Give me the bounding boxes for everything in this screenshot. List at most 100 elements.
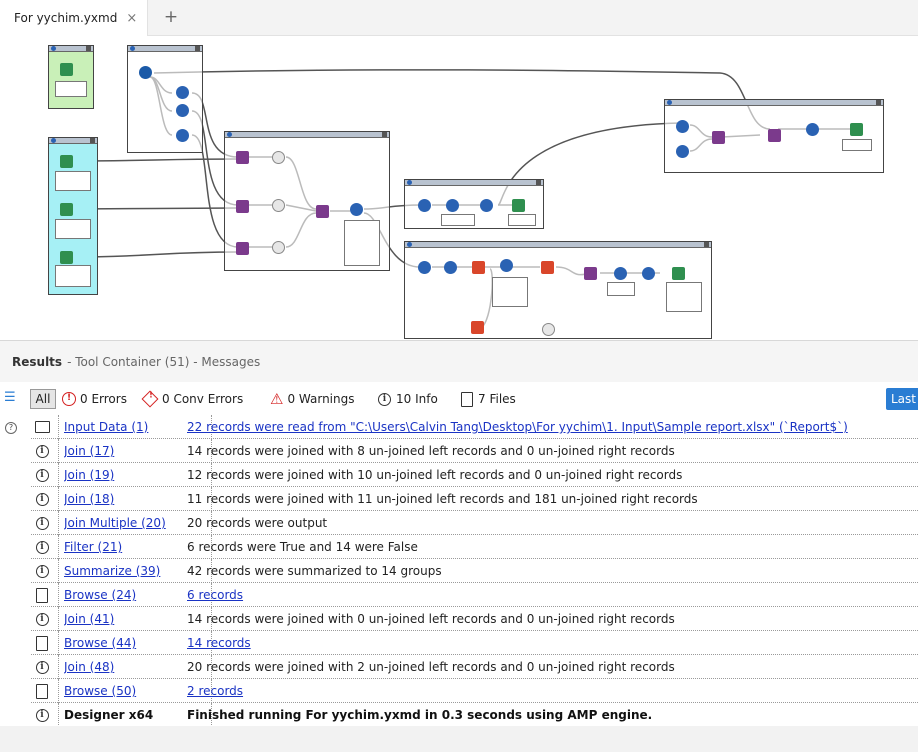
file-icon [31,634,53,652]
input-data-tool-icon[interactable] [60,203,73,216]
tool-annotation [492,277,528,307]
file-icon [461,391,473,407]
close-icon[interactable]: × [126,11,137,26]
list-view-icon[interactable]: ☰ [4,390,20,406]
row-message[interactable]: 2 records [185,679,918,703]
table-row[interactable]: i Join (41) 14 records were joined with 0 … [31,607,918,631]
last-button[interactable]: Last [886,388,918,410]
row-message: 20 records were joined with 2 un-joined … [187,660,675,674]
row-message: 14 records were joined with 8 un-joined … [187,444,675,458]
summarize-tool-icon[interactable] [471,321,484,334]
workflow-canvas[interactable] [0,37,918,339]
filter-conv-errors-button[interactable]: ! 0 Conv Errors [141,389,244,409]
results-footer [0,726,918,752]
info-icon: i [31,442,53,460]
join-tool-icon[interactable] [236,151,249,164]
dynamic-input-tool-icon[interactable] [676,145,689,158]
row-message: 42 records were summarized to 14 groups [187,564,442,578]
input-data-tool-icon[interactable] [60,251,73,264]
table-row[interactable]: i Join (18) 11 records were joined with 11… [31,487,918,511]
select-tool-icon[interactable] [272,199,285,212]
info-icon: i [31,466,53,484]
join-multiple-tool-icon[interactable] [316,205,329,218]
row-message[interactable]: 14 records [185,631,918,655]
row-message: 11 records were joined with 11 un-joined… [187,492,698,506]
help-icon[interactable]: ? [5,422,17,434]
tab-title: For yychim.yxmd [14,11,118,25]
info-icon: i [31,610,53,628]
table-row[interactable]: i Summarize (39) 42 records were summarize… [31,559,918,583]
table-row[interactable]: i Join Multiple (20) 20 records were outpu… [31,511,918,535]
summarize-tool-icon[interactable] [541,261,554,274]
tool-annotation [441,214,475,226]
filter-conv-errors-label: 0 Conv Errors [162,392,244,406]
info-icon: i [378,392,391,406]
join-tool-icon[interactable] [768,129,781,142]
tool-annotation [842,139,872,151]
dynamic-input-tool-icon[interactable] [176,86,189,99]
select-tool-icon[interactable] [272,241,285,254]
tool-annotation [666,282,702,312]
union-tool-icon[interactable] [712,131,725,144]
tool-annotation [55,219,91,239]
table-row[interactable]: i Designer x64 Finished running For yychim… [31,703,918,727]
table-row[interactable]: Browse (50) 2 records [31,679,918,703]
container-dynamic-input[interactable] [127,45,203,153]
select-records-tool-icon[interactable] [444,261,457,274]
dynamic-input-tool-icon[interactable] [176,129,189,142]
tool-annotation [607,282,635,296]
tool-annotation [55,265,91,287]
results-filter-bar: ☰ All ! 0 Errors ! 0 Conv Errors ⚠ 0 War… [0,386,918,412]
filter-files-button[interactable]: 7 Files [461,389,516,409]
filter-all-button[interactable]: All [30,389,56,409]
table-row[interactable]: i Join (17) 14 records were joined with 8 … [31,439,918,463]
formula-tool-icon[interactable] [806,123,819,136]
sort-tool-icon[interactable] [500,259,513,272]
table-row[interactable]: Input Data (1) 22 records were read from … [31,415,918,439]
dynamic-input-tool-icon[interactable] [676,120,689,133]
row-message[interactable]: 6 records [185,583,918,607]
formula-tool-icon[interactable] [614,267,627,280]
formula-tool-icon[interactable] [350,203,363,216]
results-title: Results [12,354,63,369]
join-tool-icon[interactable] [236,200,249,213]
table-row[interactable]: i Join (19) 12 records were joined with 10… [31,463,918,487]
directory-tool-icon[interactable] [139,66,152,79]
input-data-tool-icon[interactable] [60,63,73,76]
input-data-tool-icon[interactable] [60,155,73,168]
select-tool-icon[interactable] [542,323,555,336]
file-icon [31,682,53,700]
filter-files-label: 7 Files [478,392,516,406]
table-row[interactable]: i Join (48) 20 records were joined with 2 … [31,655,918,679]
join-tool-icon[interactable] [236,242,249,255]
warning-icon: ⚠ [270,390,284,408]
filter-tool-icon[interactable] [472,261,485,274]
select-records-tool-icon[interactable] [446,199,459,212]
tool-annotation [55,81,87,97]
row-message[interactable]: 22 records were read from "C:\Users\Calv… [185,415,918,439]
table-row[interactable]: i Filter (21) 6 records were True and 14 w… [31,535,918,559]
row-message: Finished running For yychim.yxmd in 0.3 … [187,708,653,722]
filter-errors-button[interactable]: ! 0 Errors [62,389,127,409]
output-data-tool-icon[interactable] [512,199,525,212]
table-row[interactable]: Browse (44) 14 records [31,631,918,655]
row-message: 14 records were joined with 0 un-joined … [187,612,675,626]
join-tool-icon[interactable] [584,267,597,280]
tab-workflow[interactable]: For yychim.yxmd × [0,0,148,36]
container-input[interactable] [48,45,94,109]
dynamic-rename-tool-icon[interactable] [418,199,431,212]
output-data-tool-icon[interactable] [672,267,685,280]
output-data-tool-icon[interactable] [850,123,863,136]
filter-errors-label: 0 Errors [80,392,127,406]
error-icon: ! [62,392,76,406]
folder-icon [31,418,53,436]
filter-info-button[interactable]: i 10 Info [378,389,438,409]
dynamic-input-tool-icon[interactable] [176,104,189,117]
filter-warnings-button[interactable]: ⚠ 0 Warnings [270,389,355,409]
dynamic-rename-tool-icon[interactable] [642,267,655,280]
sort-tool-icon[interactable] [480,199,493,212]
table-row[interactable]: Browse (24) 6 records [31,583,918,607]
select-tool-icon[interactable] [272,151,285,164]
dynamic-rename-tool-icon[interactable] [418,261,431,274]
new-tab-button[interactable]: + [160,7,182,29]
